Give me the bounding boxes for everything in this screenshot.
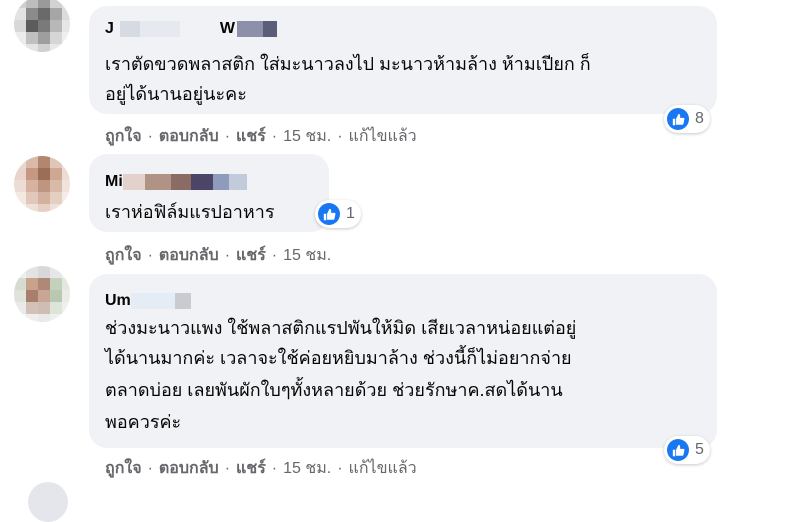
author-name-redaction [228, 174, 247, 190]
like-count: 8 [695, 110, 704, 127]
separator-dot: · [147, 128, 153, 145]
separator-dot: · [147, 247, 153, 264]
separator-dot: · [337, 128, 343, 145]
like-link[interactable]: ถูกใจ [105, 128, 142, 145]
reaction-summary[interactable]: 8 [664, 105, 710, 133]
separator-dot: · [224, 460, 231, 477]
author-name-redaction [179, 21, 216, 37]
author-name-redaction [144, 174, 171, 190]
comment-text-line: เราห่อฟิล์มแรปอาหาร [105, 202, 275, 222]
reaction-summary[interactable]: 1 [315, 200, 361, 228]
comment-author[interactable]: J W [105, 20, 278, 38]
author-name-redaction [174, 293, 191, 309]
comment-bubble: Mi เราห่อฟิล์มแรปอาหาร [89, 154, 329, 232]
author-name-redaction [139, 21, 180, 37]
comment-text-line: เราตัดขวดพลาสติก ใส่มะนาวลงไป มะนาวห้ามล… [105, 54, 591, 74]
like-link[interactable]: ถูกใจ [105, 460, 142, 477]
reply-link[interactable]: ตอบกลับ [159, 460, 219, 477]
avatar-pixelated[interactable] [14, 0, 70, 52]
reply-link[interactable]: ตอบกลับ [159, 128, 219, 145]
comment-bubble: J W เราตัดขวดพลาสติก ใส่มะนาวลงไป มะนาวห… [89, 6, 717, 114]
author-name-redaction [122, 174, 145, 190]
reply-link[interactable]: ตอบกลับ [159, 247, 219, 264]
comment-text-line: พอควรค่ะ [105, 412, 182, 432]
like-count: 1 [346, 205, 355, 222]
separator-dot: · [271, 247, 278, 264]
like-count: 5 [695, 441, 704, 458]
comment-author[interactable]: Um [105, 292, 191, 310]
author-name-visible: Mi [105, 173, 123, 190]
comment-actions: ถูกใจ · ตอบกลับ · แชร์ · 15 ชม. · แก้ไขแล้ว [105, 124, 417, 149]
author-name-redaction [130, 293, 175, 309]
thumbs-up-icon [667, 439, 689, 461]
share-link[interactable]: แชร์ [236, 247, 266, 264]
timestamp[interactable]: 15 ชม. [283, 460, 331, 477]
edited-label: แก้ไขแล้ว [348, 128, 417, 145]
comment-text-line: อยู่ได้นานอยู่นะคะ [105, 84, 247, 104]
thumbs-up-icon [667, 108, 689, 130]
comment-actions: ถูกใจ · ตอบกลับ · แชร์ · 15 ชม. · แก้ไขแล้ว [105, 456, 417, 481]
author-name-redaction [237, 21, 264, 37]
author-name-visible: Um [105, 292, 131, 309]
comment-text-line: ได้นานมากค่ะ เวลาจะใช้ค่อยหยิบมาล้าง ช่ว… [105, 348, 572, 368]
comment-bubble: Um ช่วงมะนาวแพง ใช้พลาสติกแรปพันให้มิด เ… [89, 274, 717, 448]
author-name-visible: J [105, 20, 114, 37]
author-name-visible-tail: W [219, 20, 236, 37]
separator-dot: · [271, 460, 278, 477]
timestamp[interactable]: 15 ชม. [283, 247, 331, 264]
like-link[interactable]: ถูกใจ [105, 247, 142, 264]
avatar-next-comment[interactable] [28, 482, 68, 522]
share-link[interactable]: แชร์ [236, 128, 266, 145]
edited-label: แก้ไขแล้ว [348, 460, 417, 477]
reaction-summary[interactable]: 5 [664, 436, 710, 464]
separator-dot: · [337, 460, 343, 477]
separator-dot: · [224, 247, 231, 264]
avatar-pixelated[interactable] [14, 266, 70, 322]
separator-dot: · [224, 128, 231, 145]
separator-dot: · [271, 128, 278, 145]
author-name-redaction [190, 174, 213, 190]
comment-text-line: ตลาดบ่อย เลยพันผักใบๆทั้งหลายด้วย ช่วยรั… [105, 380, 563, 400]
share-link[interactable]: แชร์ [236, 460, 266, 477]
separator-dot: · [147, 460, 153, 477]
avatar-pixelated[interactable] [14, 156, 70, 212]
author-name-redaction [170, 174, 191, 190]
author-name-redaction [263, 21, 278, 37]
comment-author[interactable]: Mi [105, 173, 247, 191]
thumbs-up-icon [318, 203, 340, 225]
comment-text-line: ช่วงมะนาวแพง ใช้พลาสติกแรปพันให้มิด เสีย… [105, 318, 577, 338]
comment-actions: ถูกใจ · ตอบกลับ · แชร์ · 15 ชม. [105, 243, 331, 268]
author-name-redaction [212, 174, 229, 190]
timestamp[interactable]: 15 ชม. [283, 128, 331, 145]
author-name-redaction [119, 21, 140, 37]
